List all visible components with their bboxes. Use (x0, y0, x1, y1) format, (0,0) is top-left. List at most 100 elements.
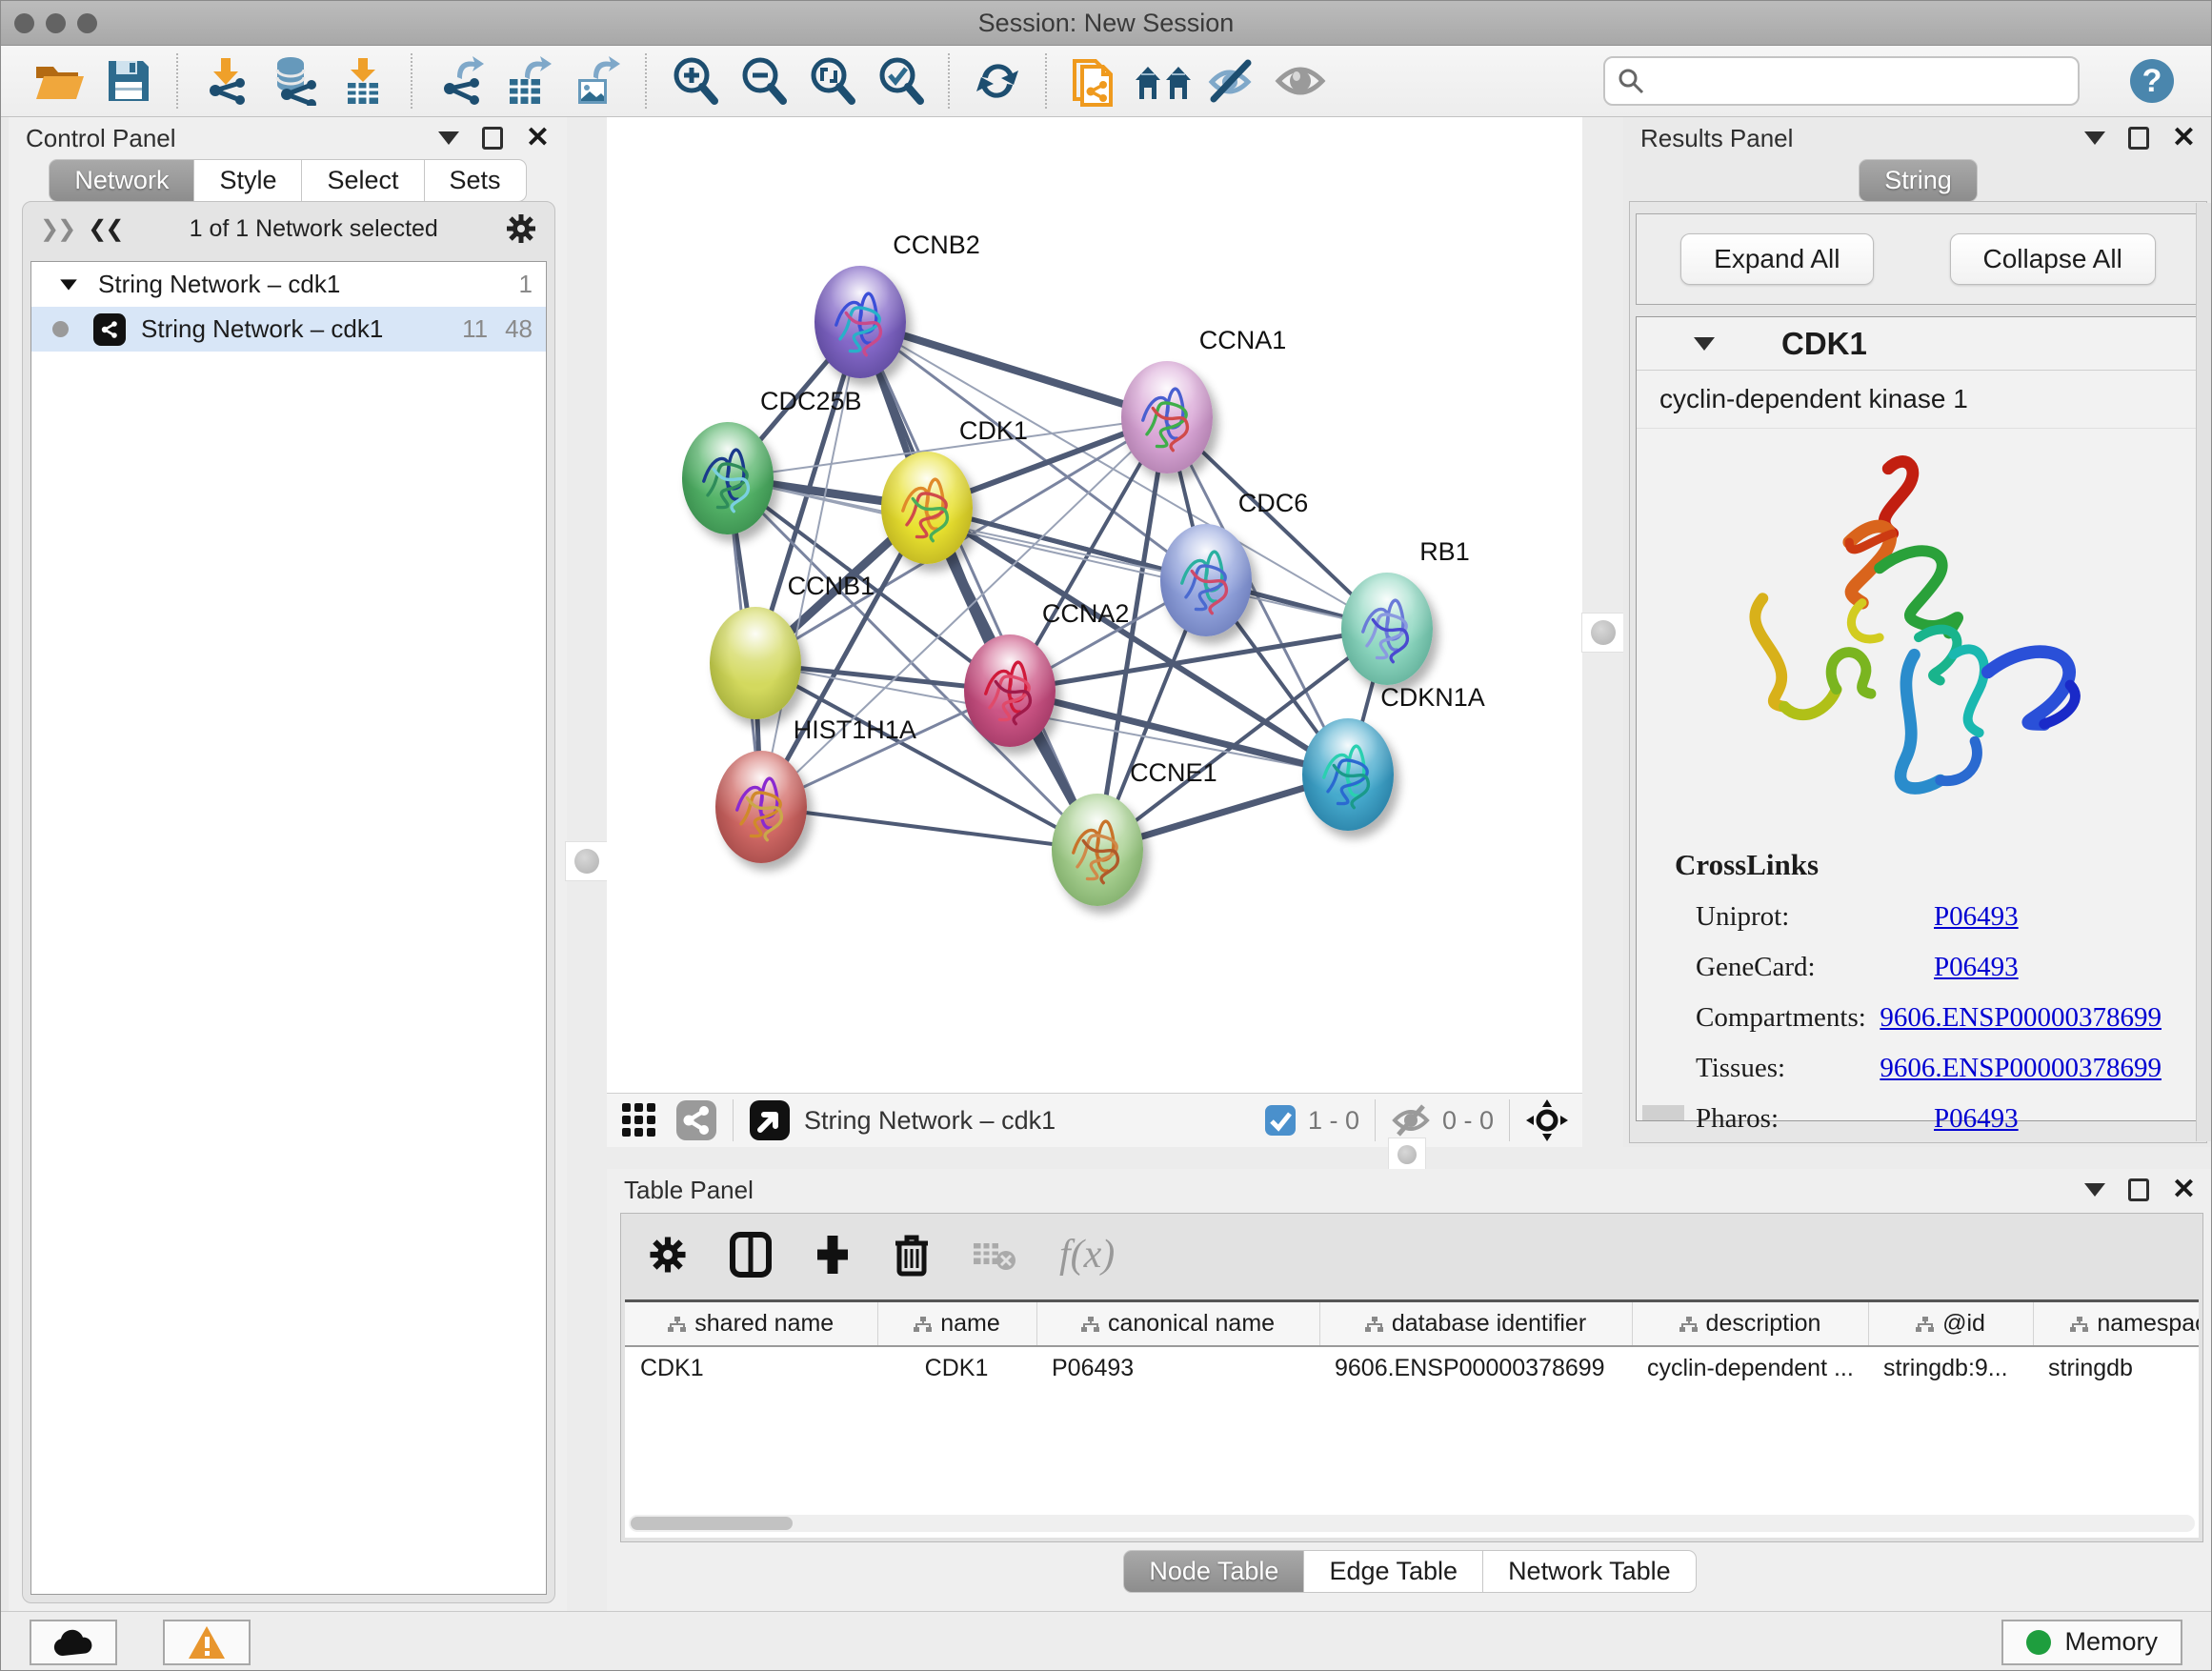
help-button[interactable]: ? (2118, 51, 2186, 111)
zoom-selected-button[interactable] (866, 51, 935, 111)
column-header-canonical-name[interactable]: canonical name (1036, 1302, 1319, 1346)
network-node-CDKN1A[interactable] (1302, 718, 1394, 831)
open-view-icon[interactable] (749, 1099, 791, 1141)
network-options-gear-icon[interactable] (505, 212, 537, 245)
grid-view-icon[interactable] (620, 1101, 658, 1139)
network-canvas[interactable]: CCNB2CCNA1CDC25BCDK1CDC6RB1CCNB1CCNA2CDK… (607, 117, 1582, 1093)
import-network-from-file-button[interactable] (191, 51, 260, 111)
cloud-status-button[interactable] (30, 1620, 117, 1665)
collapse-all-networks-icon[interactable]: ❮❮ (88, 215, 122, 243)
close-panel-icon[interactable]: ✕ (2172, 1176, 2196, 1204)
float-panel-icon[interactable] (2128, 127, 2149, 150)
column-header-@id[interactable]: @id (1868, 1302, 2033, 1346)
network-node-CCNA2[interactable] (964, 634, 1056, 747)
fit-content-crosshair-icon[interactable] (1525, 1098, 1569, 1142)
column-header-database-identifier[interactable]: database identifier (1319, 1302, 1632, 1346)
column-header-name[interactable]: name (877, 1302, 1036, 1346)
table-horizontal-scrollbar[interactable] (629, 1515, 2195, 1532)
network-from-file-button[interactable] (1060, 51, 1129, 111)
column-header-shared-name[interactable]: shared name (625, 1302, 877, 1346)
first-neighbors-button[interactable] (1129, 51, 1197, 111)
tab-edge-table[interactable]: Edge Table (1304, 1550, 1483, 1593)
add-column-icon[interactable] (814, 1232, 852, 1278)
network-node-RB1[interactable] (1341, 573, 1433, 685)
table-cell[interactable]: P06493 (1036, 1346, 1319, 1390)
tab-node-table[interactable]: Node Table (1123, 1550, 1304, 1593)
network-overview-icon[interactable] (675, 1099, 717, 1141)
tab-select[interactable]: Select (302, 159, 424, 202)
delete-column-icon[interactable] (894, 1232, 930, 1278)
zoom-in-button[interactable] (660, 51, 729, 111)
warnings-button[interactable] (163, 1620, 251, 1665)
export-table-button[interactable] (494, 51, 563, 111)
table-splitter[interactable] (607, 1147, 2212, 1169)
gene-disclosure-icon[interactable] (1694, 337, 1715, 351)
collapse-all-button[interactable]: Collapse All (1950, 233, 2156, 285)
expand-all-networks-icon[interactable]: ❯❯ (40, 215, 74, 243)
crosslink-link[interactable]: P06493 (1934, 901, 2019, 933)
edge-CCNB2-CCNE1[interactable] (860, 322, 1097, 850)
table-cell[interactable]: stringdb (2033, 1346, 2199, 1390)
network-node-CCNE1[interactable] (1052, 794, 1143, 906)
zoom-fit-button[interactable] (797, 51, 866, 111)
panel-menu-icon[interactable] (2084, 131, 2105, 145)
float-panel-icon[interactable] (2128, 1178, 2149, 1201)
table-options-gear-icon[interactable] (648, 1235, 688, 1275)
table-cell[interactable]: cyclin-dependent ... (1632, 1346, 1868, 1390)
import-network-from-database-button[interactable] (260, 51, 329, 111)
selected-checkbox-icon[interactable] (1264, 1104, 1297, 1137)
export-network-button[interactable] (426, 51, 494, 111)
network-node-CDC6[interactable] (1160, 524, 1252, 636)
zoom-out-button[interactable] (729, 51, 797, 111)
crosslink-link[interactable]: 9606.ENSP00000378699 (1880, 1002, 2162, 1034)
hide-selected-button[interactable] (1197, 51, 1266, 111)
crosslink-link[interactable]: P06493 (1934, 952, 2019, 983)
search-input[interactable] (1645, 66, 2066, 97)
right-splitter-handle[interactable] (1581, 613, 1625, 653)
open-session-button[interactable] (26, 51, 94, 111)
table-cell[interactable]: CDK1 (877, 1346, 1036, 1390)
table-cell[interactable]: CDK1 (625, 1346, 877, 1390)
crosslink-link[interactable]: P06493 (1934, 1103, 2019, 1135)
network-node-CCNB2[interactable] (814, 266, 906, 378)
edge-HIST1H1A-CCNE1[interactable] (761, 807, 1097, 850)
crosslink-link[interactable]: 9606.ENSP00000378699 (1880, 1053, 2162, 1084)
tab-sets[interactable]: Sets (425, 159, 527, 202)
results-scrollbar[interactable] (2196, 203, 2211, 1141)
network-node-HIST1H1A[interactable] (715, 751, 807, 863)
table-cell[interactable]: 9606.ENSP00000378699 (1319, 1346, 1632, 1390)
network-row[interactable]: String Network – cdk1 11 48 (31, 307, 546, 352)
export-image-button[interactable] (563, 51, 632, 111)
table-cell[interactable]: stringdb:9... (1868, 1346, 2033, 1390)
memory-button[interactable]: Memory (2001, 1620, 2182, 1665)
tab-string[interactable]: String (1859, 159, 1978, 202)
apply-layout-button[interactable] (963, 51, 1032, 111)
toolbar-search[interactable] (1603, 56, 2080, 106)
left-splitter[interactable] (567, 117, 607, 1611)
right-splitter[interactable] (1582, 117, 1623, 1147)
network-node-CDK1[interactable] (881, 452, 973, 564)
tab-network[interactable]: Network (49, 159, 194, 202)
table-row[interactable]: CDK1CDK1P064939606.ENSP00000378699cyclin… (625, 1346, 2199, 1390)
network-node-CCNA1[interactable] (1121, 361, 1213, 473)
show-columns-icon[interactable] (730, 1232, 772, 1278)
column-header-description[interactable]: description (1632, 1302, 1868, 1346)
left-splitter-handle[interactable] (565, 841, 609, 881)
close-panel-icon[interactable]: ✕ (2172, 124, 2196, 152)
edge-CCNB2-CCNA1[interactable] (860, 322, 1167, 417)
node-table[interactable]: shared namenamecanonical namedatabase id… (625, 1299, 2199, 1538)
show-all-button[interactable] (1266, 51, 1335, 111)
network-collection-row[interactable]: String Network – cdk1 1 (31, 262, 546, 307)
import-table-from-file-button[interactable] (329, 51, 397, 111)
tab-style[interactable]: Style (194, 159, 302, 202)
network-node-CCNB1[interactable] (710, 607, 801, 719)
float-panel-icon[interactable] (482, 127, 503, 150)
tab-network-table[interactable]: Network Table (1483, 1550, 1697, 1593)
expand-all-button[interactable]: Expand All (1680, 233, 1873, 285)
close-panel-icon[interactable]: ✕ (526, 124, 550, 152)
network-node-CDC25B[interactable] (682, 422, 774, 534)
table-splitter-handle[interactable] (1388, 1137, 1426, 1172)
save-session-button[interactable] (94, 51, 163, 111)
panel-menu-icon[interactable] (2084, 1183, 2105, 1197)
column-header-namespac[interactable]: namespac (2033, 1302, 2199, 1346)
